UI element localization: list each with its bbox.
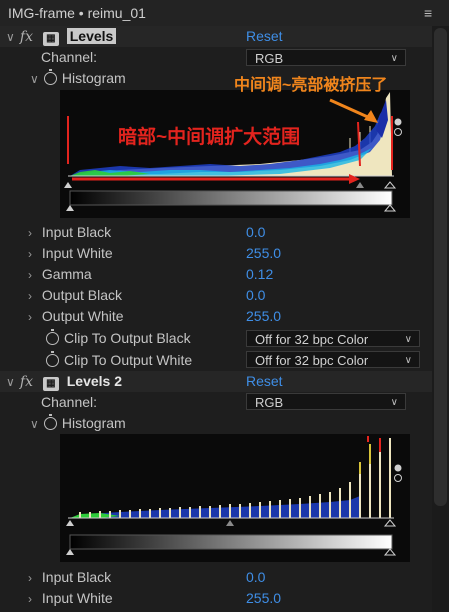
hamburger-menu-icon[interactable]: ≡ bbox=[424, 5, 432, 21]
param-row-output-black[interactable]: › Output Black bbox=[28, 285, 122, 306]
param-row-input-white-2[interactable]: › Input White bbox=[28, 588, 113, 609]
param-label: Clip To Output White bbox=[64, 352, 193, 368]
channel-dropdown-value: RGB bbox=[255, 51, 284, 66]
histogram-dot-filled bbox=[394, 464, 402, 472]
clip-black-dropdown[interactable]: Off for 32 bpc Color ∨ bbox=[246, 330, 420, 347]
chevron-down-icon: ∨ bbox=[404, 334, 412, 345]
histogram-levels-2[interactable] bbox=[60, 434, 410, 562]
channel-dropdown-value: RGB bbox=[255, 395, 284, 410]
histogram-levels[interactable] bbox=[60, 90, 410, 218]
effect-name-levels[interactable]: Levels bbox=[66, 28, 117, 44]
param-label: Clip To Output Black bbox=[64, 330, 191, 346]
param-value[interactable]: 0.0 bbox=[246, 285, 265, 306]
param-row-clip-white: Clip To Output White bbox=[46, 350, 192, 371]
fx-icon[interactable]: fx bbox=[20, 374, 33, 390]
chevron-right-icon[interactable]: › bbox=[28, 244, 38, 265]
panel-title: IMG-frame • reimu_01 bbox=[8, 5, 146, 21]
clip-black-dropdown-value: Off for 32 bpc Color bbox=[255, 332, 369, 347]
chevron-right-icon[interactable]: › bbox=[28, 307, 38, 328]
param-value[interactable]: 255.0 bbox=[246, 306, 281, 327]
output-gradient-bar bbox=[69, 534, 393, 550]
param-label: Gamma bbox=[41, 266, 92, 282]
channel-label: Channel: bbox=[41, 49, 98, 65]
fx-icon[interactable]: fx bbox=[20, 29, 33, 45]
stopwatch-icon[interactable] bbox=[43, 69, 57, 85]
chevron-right-icon[interactable]: › bbox=[28, 589, 38, 610]
histogram-dot-filled bbox=[394, 118, 402, 126]
stopwatch-icon[interactable] bbox=[46, 351, 59, 367]
param-value[interactable]: 0.12 bbox=[246, 264, 273, 285]
param-label: Input White bbox=[41, 590, 113, 606]
chevron-down-icon: ∨ bbox=[390, 53, 398, 64]
reset-button-levels[interactable]: Reset bbox=[246, 26, 283, 47]
chevron-right-icon[interactable]: › bbox=[28, 568, 38, 589]
param-row-output-white[interactable]: › Output White bbox=[28, 306, 124, 327]
chevron-down-icon: ∨ bbox=[390, 397, 398, 408]
output-gradient-bar bbox=[69, 190, 393, 206]
stopwatch-icon[interactable] bbox=[43, 414, 57, 430]
param-value[interactable]: 255.0 bbox=[246, 588, 281, 609]
effect-type-icon: ▦ bbox=[42, 377, 59, 391]
param-label: Input Black bbox=[41, 569, 112, 585]
param-row-clip-black: Clip To Output Black bbox=[46, 328, 191, 349]
scrollbar-thumb[interactable] bbox=[434, 28, 447, 506]
param-row-input-black[interactable]: › Input Black bbox=[28, 222, 111, 243]
histogram-label: Histogram bbox=[61, 70, 126, 86]
chevron-down-icon[interactable]: ∨ bbox=[30, 414, 40, 435]
channel-label: Channel: bbox=[41, 394, 98, 410]
channel-dropdown[interactable]: RGB ∨ bbox=[246, 49, 406, 66]
param-label: Output White bbox=[41, 308, 124, 324]
chevron-right-icon[interactable]: › bbox=[28, 223, 38, 244]
annotation-orange-text: 中间调~亮部被挤压了 bbox=[234, 77, 388, 94]
param-row-input-white[interactable]: › Input White bbox=[28, 243, 113, 264]
param-value[interactable]: 0.0 bbox=[246, 222, 265, 243]
chevron-right-icon[interactable]: › bbox=[28, 286, 38, 307]
chevron-down-icon[interactable]: ∨ bbox=[6, 372, 16, 393]
chevron-down-icon[interactable]: ∨ bbox=[30, 69, 40, 90]
param-label: Input Black bbox=[41, 224, 112, 240]
param-label: Input White bbox=[41, 245, 113, 261]
stopwatch-icon[interactable] bbox=[46, 329, 59, 345]
effect-header-levels-2-content: ∨ fx ▦ Levels 2 bbox=[6, 371, 122, 392]
clip-white-dropdown[interactable]: Off for 32 bpc Color ∨ bbox=[246, 351, 420, 368]
annotation-red-text: 暗部~中间调扩大范围 bbox=[118, 127, 301, 148]
chevron-right-icon[interactable]: › bbox=[28, 265, 38, 286]
histogram-label: Histogram bbox=[61, 415, 126, 431]
param-value[interactable]: 255.0 bbox=[246, 243, 281, 264]
effect-header-levels-content: ∨ fx ▦ Levels bbox=[6, 26, 117, 48]
param-row-input-black-2[interactable]: › Input Black bbox=[28, 567, 111, 588]
param-row-gamma[interactable]: › Gamma bbox=[28, 264, 92, 285]
effect-name-levels-2[interactable]: Levels 2 bbox=[67, 373, 122, 389]
param-label: Output Black bbox=[41, 287, 123, 303]
param-value[interactable]: 0.0 bbox=[246, 567, 265, 588]
channel-dropdown[interactable]: RGB ∨ bbox=[246, 393, 406, 410]
histogram-row: ∨ Histogram bbox=[30, 68, 126, 89]
effect-type-icon: ▦ bbox=[42, 32, 59, 46]
clip-white-dropdown-value: Off for 32 bpc Color bbox=[255, 353, 369, 368]
reset-button-levels-2[interactable]: Reset bbox=[246, 371, 283, 392]
chevron-down-icon[interactable]: ∨ bbox=[6, 27, 16, 48]
histogram-row: ∨ Histogram bbox=[30, 413, 126, 434]
chevron-down-icon: ∨ bbox=[404, 355, 412, 366]
